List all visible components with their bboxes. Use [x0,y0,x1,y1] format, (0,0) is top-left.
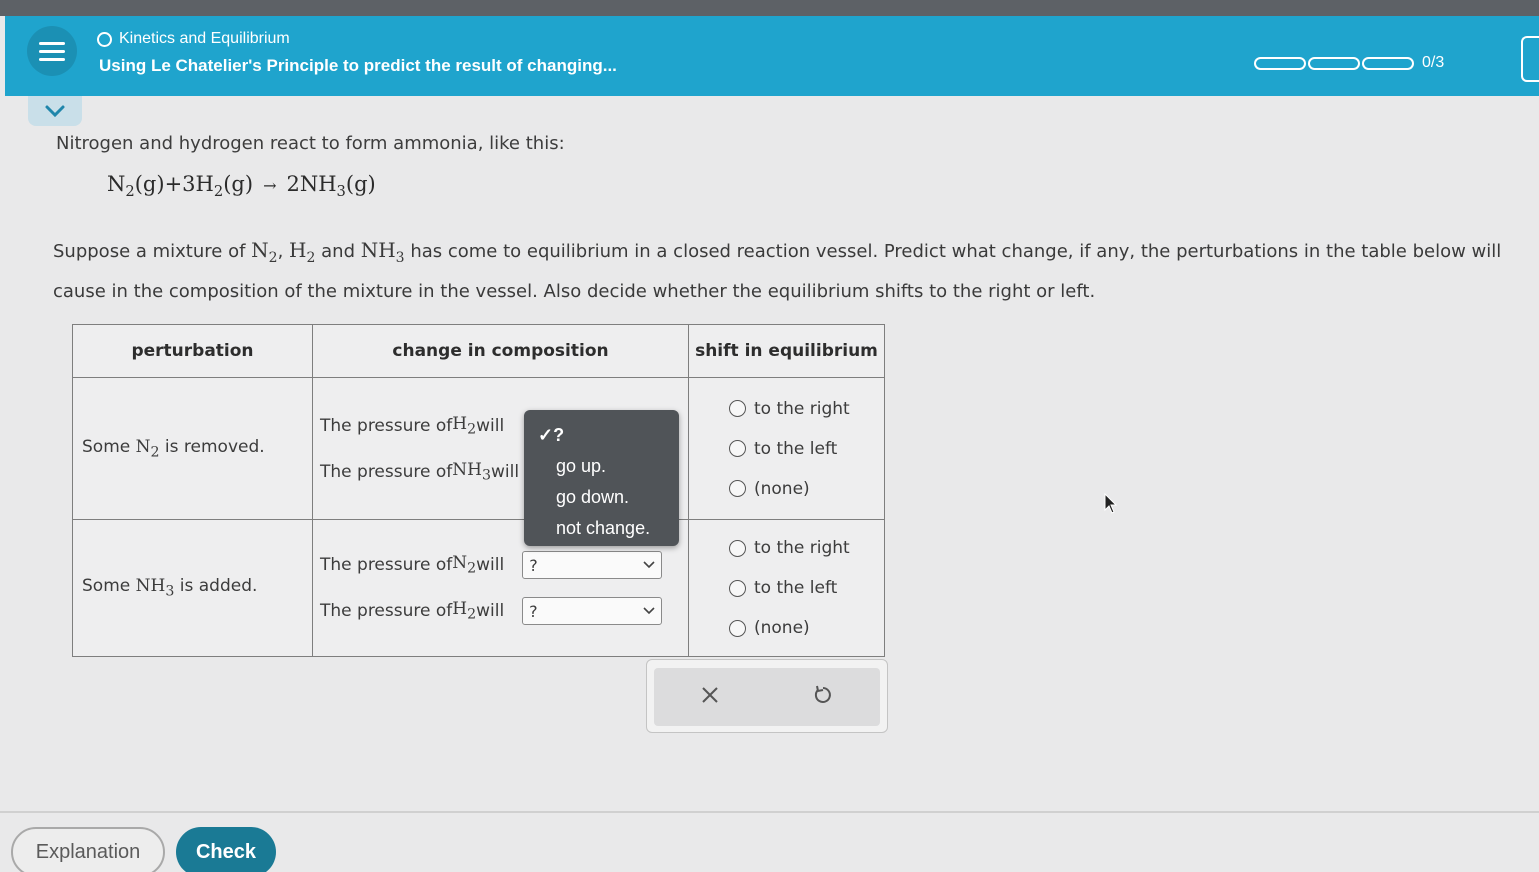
menu-icon-bar [39,49,65,53]
table-row: Some N2 is removed. The pressure of H2 w… [72,377,885,520]
radio-circle-icon [729,539,746,557]
radio-none[interactable]: (none) [729,469,884,509]
problem-question: Suppose a mixture of N2, H2 and NH3 has … [53,238,1502,302]
chevron-down-icon [643,561,655,569]
column-header: change in composition [312,324,689,378]
menu-icon-bar [39,41,65,45]
radio-none[interactable]: (none) [729,608,884,648]
progress-segment [1308,56,1360,70]
undo-button[interactable] [812,684,834,710]
reaction-equation: N2(g)+3H2(g) → 2NH3(g) [107,172,376,200]
answer-actions-panel [646,659,888,733]
undo-icon [814,685,831,703]
browser-top-strip [0,0,1539,16]
radio-circle-icon [729,400,746,417]
equation-reactants: N2(g)+3H2(g) [107,172,254,201]
mouse-cursor-icon [1104,493,1118,514]
close-icon [702,687,718,703]
progress-text: 0/3 [1422,54,1445,71]
radio-to-the-left[interactable]: to the left [729,429,884,469]
radio-circle-icon [729,579,746,597]
chevron-down-icon [45,105,65,118]
radio-circle-icon [729,619,746,637]
column-header: shift in equilibrium [688,324,885,378]
composition-line: The pressure of N2 will ? [320,542,688,588]
reaction-arrow: → [263,176,277,195]
radio-circle-icon [729,480,746,497]
progress-segment [1362,56,1414,70]
dropdown-option-not-change[interactable]: not change. [524,513,679,544]
perturbation-cell: Some N2 is removed. [72,377,313,520]
header-bar: Kinetics and Equilibrium Using Le Chatel… [5,16,1539,96]
dropdown-option-go-up[interactable]: go up. [524,451,679,482]
dropdown-option-placeholder[interactable]: ✓? [524,420,679,451]
radio-to-the-left[interactable]: to the left [729,568,884,608]
answer-actions [654,668,880,726]
check-button[interactable]: Check [176,827,276,872]
chevron-down-icon [643,607,655,615]
side-panel-button[interactable] [1521,36,1539,82]
menu-button[interactable] [27,26,77,76]
problem-intro: Nitrogen and hydrogen react to form ammo… [56,133,565,154]
progress-indicator: 0/3 [1254,54,1444,72]
pressure-n2-select[interactable]: ? [522,551,663,579]
page-title: Using Le Chatelier's Principle to predic… [99,56,617,75]
footer-divider [0,811,1539,813]
column-header: perturbation [72,324,313,378]
shift-cell: to the right to the left (none) [688,519,885,657]
perturbation-table: perturbation change in composition shift… [72,324,885,657]
shift-cell: to the right to the left (none) [688,377,885,520]
equation-products: 2NH3(g) [286,172,376,201]
menu-icon-bar [39,57,65,61]
table-header-row: perturbation change in composition shift… [72,324,885,378]
radio-to-the-right[interactable]: to the right [729,389,884,429]
progress-segment [1254,56,1306,70]
topic-label: Kinetics and Equilibrium [97,30,290,48]
perturbation-cell: Some NH3 is added. [72,519,313,657]
clear-button[interactable] [700,685,720,709]
radio-to-the-right[interactable]: to the right [729,528,884,568]
composition-line: The pressure of H2 will ? [320,588,688,634]
table-row: Some NH3 is added. The pressure of N2 wi… [72,519,885,657]
pressure-dropdown-menu: ✓? go up. go down. not change. [524,410,679,546]
topic-circle-icon [97,31,112,47]
pressure-h2-select[interactable]: ? [522,597,663,625]
radio-circle-icon [729,440,746,457]
topic-text: Kinetics and Equilibrium [119,30,290,47]
collapse-button[interactable] [28,96,82,126]
explanation-button[interactable]: Explanation [11,827,165,872]
dropdown-option-go-down[interactable]: go down. [524,482,679,513]
